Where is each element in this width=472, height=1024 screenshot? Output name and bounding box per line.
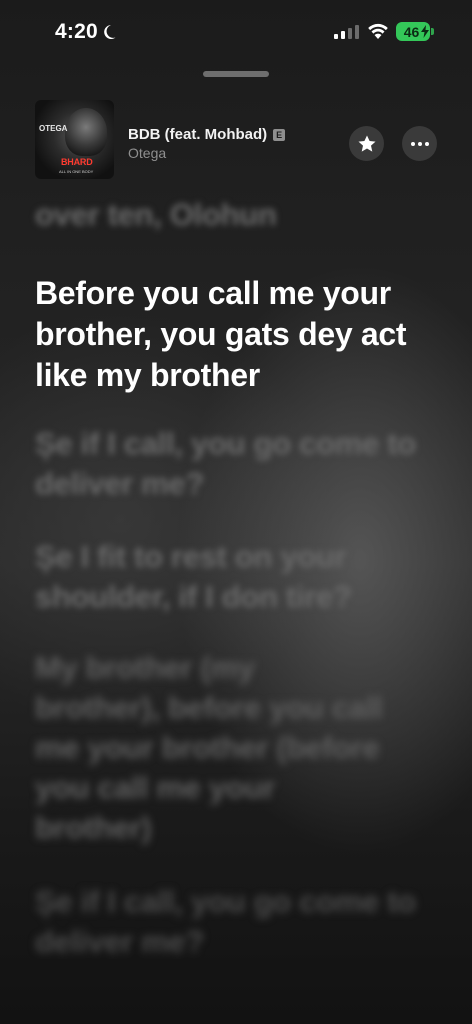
battery-cap	[431, 28, 434, 35]
artwork-title-text: BHARD	[61, 157, 93, 167]
artwork-artist-text: OTEGA	[39, 124, 68, 133]
lyric-line[interactable]: Șe I fit to rest on your shoulder, if I …	[35, 537, 445, 617]
album-artwork[interactable]: OTEGA BHARD ALL IN ONE BODY	[35, 100, 114, 179]
lyric-line-previous[interactable]: over ten, Olohun	[35, 195, 445, 235]
charging-bolt-icon	[421, 25, 429, 38]
track-artist[interactable]: Otega	[128, 145, 166, 161]
artwork-figure	[65, 108, 107, 156]
time-label: 4:20	[55, 20, 98, 43]
battery-level: 46	[403, 23, 420, 40]
lyric-line[interactable]: My brother (my brother), before you call…	[35, 648, 385, 848]
artwork-subtitle-text: ALL IN ONE BODY	[59, 169, 94, 174]
star-icon	[358, 135, 375, 152]
more-button[interactable]	[402, 126, 437, 161]
track-title-row[interactable]: BDB (feat. Mohbad) E	[128, 126, 286, 143]
battery-icon: 46	[396, 22, 430, 41]
status-time: 4:20	[55, 20, 122, 44]
sheet-grabber[interactable]	[203, 71, 269, 77]
explicit-badge: E	[273, 128, 286, 141]
lyric-line[interactable]: Șe if I call, you go come to deliver me?	[35, 882, 435, 962]
lyric-line[interactable]: Șe if I call, you go come to deliver me?	[35, 424, 445, 504]
status-bar: 4:20 46	[0, 0, 472, 64]
cellular-signal-icon	[334, 24, 359, 39]
wifi-icon	[368, 23, 388, 39]
favorite-button[interactable]	[349, 126, 384, 161]
lyric-line-current[interactable]: Before you call me your brother, you gat…	[35, 273, 445, 396]
track-title: BDB (feat. Mohbad)	[128, 126, 268, 143]
moon-icon	[104, 25, 116, 39]
more-icon	[410, 141, 429, 146]
